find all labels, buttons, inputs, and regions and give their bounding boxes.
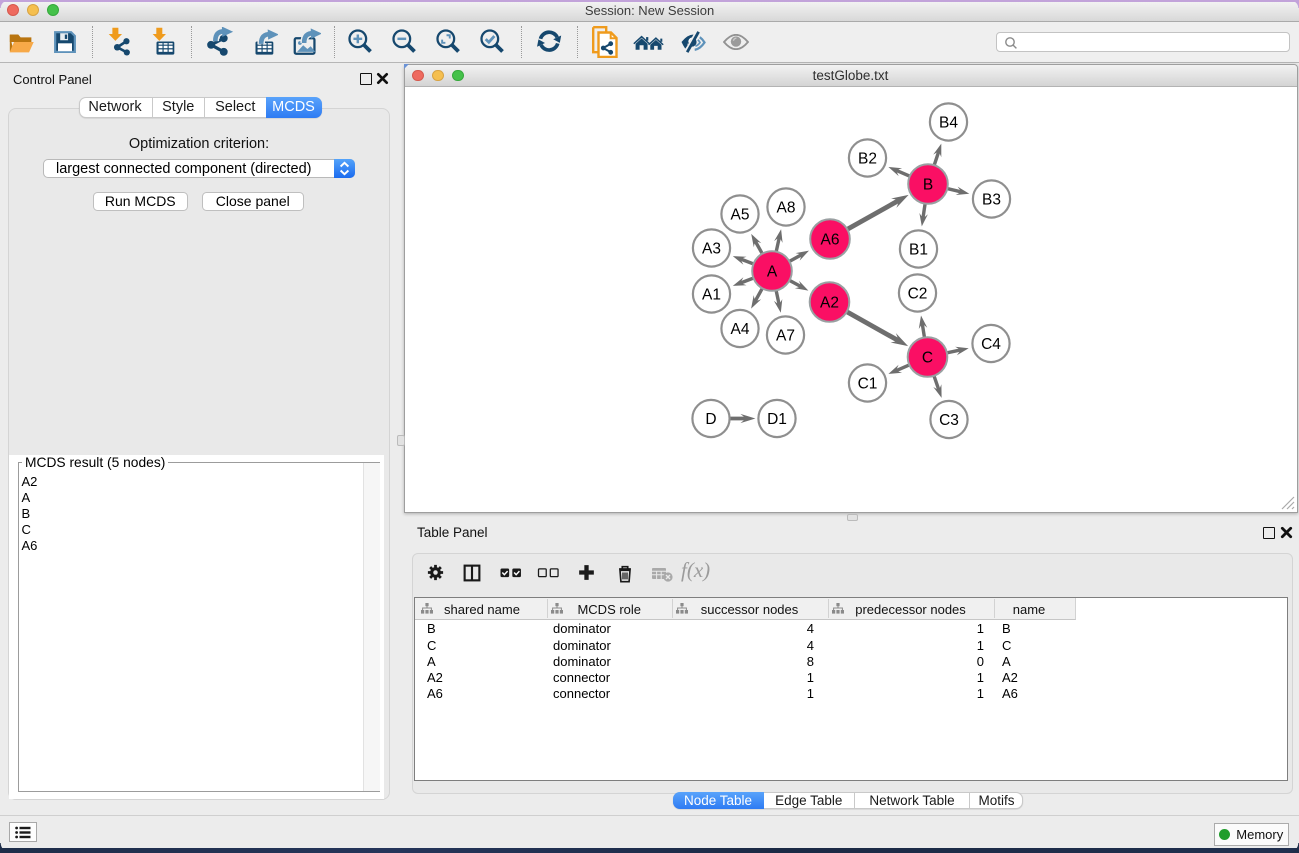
svg-text:A1: A1 (702, 286, 721, 303)
svg-text:A3: A3 (702, 240, 721, 257)
svg-text:A: A (766, 263, 777, 280)
svg-text:D1: D1 (767, 410, 787, 427)
svg-text:C1: C1 (857, 375, 877, 392)
svg-text:C: C (921, 349, 932, 366)
svg-text:C3: C3 (939, 411, 959, 428)
svg-text:A8: A8 (776, 199, 795, 216)
svg-text:A7: A7 (776, 327, 795, 344)
svg-text:B1: B1 (909, 241, 928, 258)
svg-text:C2: C2 (907, 285, 927, 302)
svg-text:D: D (705, 410, 716, 427)
svg-text:C4: C4 (981, 335, 1001, 352)
svg-text:A4: A4 (730, 320, 749, 337)
svg-text:B3: B3 (982, 191, 1001, 208)
svg-text:f(x): f(x) (681, 561, 710, 582)
svg-text:A5: A5 (730, 206, 749, 223)
svg-text:B: B (922, 176, 932, 193)
svg-text:B2: B2 (858, 150, 877, 167)
svg-text:B4: B4 (939, 114, 958, 131)
svg-text:A2: A2 (820, 294, 839, 311)
svg-text:A6: A6 (820, 231, 839, 248)
